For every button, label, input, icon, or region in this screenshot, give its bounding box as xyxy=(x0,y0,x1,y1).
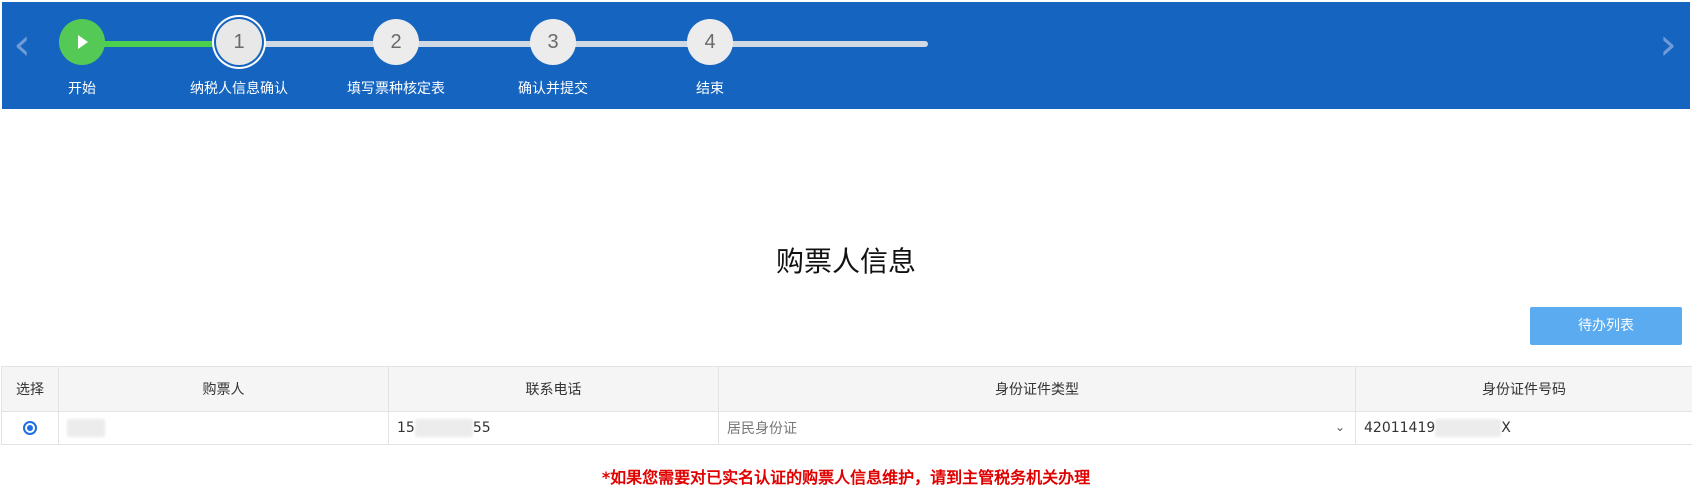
header-phone: 联系电话 xyxy=(388,366,719,412)
header-id-type: 身份证件类型 xyxy=(718,366,1356,412)
id-type-value: 居民身份证 xyxy=(727,421,797,437)
step-1-label: 纳税人信息确认 xyxy=(190,81,288,97)
play-icon xyxy=(78,35,88,49)
phone-redacted xyxy=(414,419,473,437)
section-title: 购票人信息 xyxy=(775,245,916,278)
notice-text: *如果您需要对已实名认证的购票人信息维护，请到主管税务机关办理 xyxy=(601,468,1091,487)
step-3-label: 确认并提交 xyxy=(518,81,588,97)
step-1[interactable]: 1 xyxy=(216,19,262,65)
next-arrow-icon[interactable]: › xyxy=(1654,20,1682,70)
header-buyer: 购票人 xyxy=(58,366,389,412)
id-number-suffix: X xyxy=(1501,420,1511,436)
buyer-table: 选择 购票人 联系电话 身份证件类型 身份证件号码 15 55 居民身份证 ⌄ 4… xyxy=(1,366,1692,445)
step-2-label: 填写票种核定表 xyxy=(347,81,445,97)
id-number-cell[interactable]: 42011419 X xyxy=(1355,411,1692,445)
table-header-row: 选择 购票人 联系电话 身份证件类型 身份证件号码 xyxy=(1,366,1692,412)
phone-cell: 15 55 xyxy=(388,411,719,445)
id-number-redacted xyxy=(1435,419,1502,437)
table-row: 15 55 居民身份证 ⌄ 42011419 X xyxy=(1,411,1692,445)
step-4[interactable]: 4 xyxy=(687,19,733,65)
id-number-prefix: 42011419 xyxy=(1364,420,1436,436)
buyer-cell xyxy=(58,411,389,445)
select-cell xyxy=(1,411,59,445)
chevron-down-icon: ⌄ xyxy=(1334,420,1345,434)
phone-prefix: 15 xyxy=(397,420,415,436)
previous-arrow-icon[interactable]: ‹ xyxy=(8,20,36,70)
step-4-label: 结束 xyxy=(696,81,724,97)
step-2[interactable]: 2 xyxy=(373,19,419,65)
id-type-select[interactable]: 居民身份证 ⌄ xyxy=(718,411,1356,445)
todo-list-button[interactable]: 待办列表 xyxy=(1530,307,1682,345)
step-start-label: 开始 xyxy=(68,81,96,97)
step-progress-bar: ‹ › 1 2 3 4 开始 纳税人信息确认 填写票种核定表 确认并提交 结束 xyxy=(2,2,1690,109)
row-select-radio[interactable] xyxy=(23,421,37,435)
phone-suffix: 55 xyxy=(472,420,491,436)
header-id-number: 身份证件号码 xyxy=(1355,366,1692,412)
buyer-name-redacted xyxy=(67,419,105,437)
step-start[interactable] xyxy=(59,19,105,65)
step-3[interactable]: 3 xyxy=(530,19,576,65)
header-select: 选择 xyxy=(1,366,59,412)
